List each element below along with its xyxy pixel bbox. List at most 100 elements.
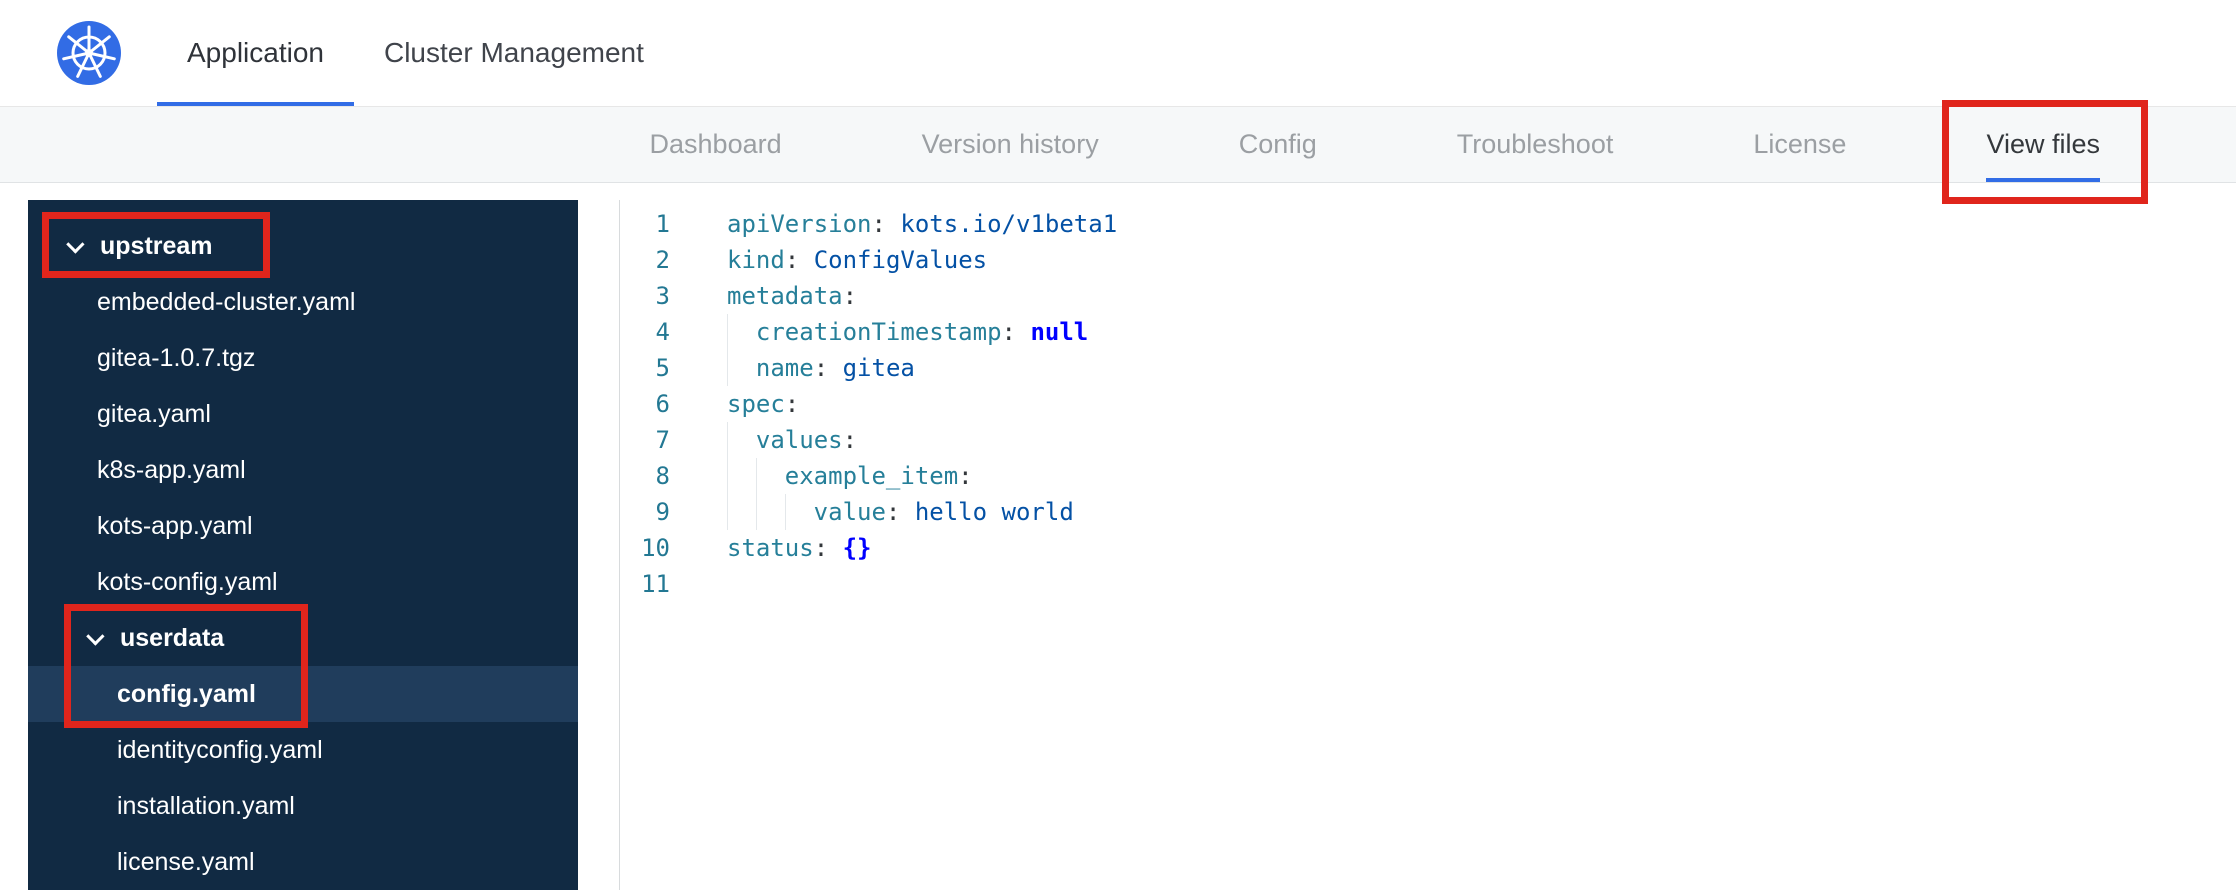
line-number: 5 [655, 354, 670, 382]
line-number: 9 [655, 498, 670, 526]
header-tab-cluster-management[interactable]: Cluster Management [354, 0, 674, 106]
indent-guide [727, 458, 756, 494]
subnav-tab-version-history[interactable]: Version history [922, 107, 1099, 182]
token-kw: null [1030, 318, 1089, 346]
chevron-down-icon[interactable] [66, 234, 85, 254]
app-subnav-tabs: Dashboard Version history Config Troublesho… [0, 107, 2236, 183]
token-pun: : [842, 282, 858, 310]
line-number: 8 [655, 462, 670, 490]
token-key: name [755, 354, 814, 382]
code-line: 3 metadata: [620, 278, 2236, 314]
token-key: values [755, 426, 843, 454]
tree-folder-userdata[interactable]: userdata [28, 610, 578, 666]
file-label: license.yaml [117, 847, 255, 876]
subnav-tab-license[interactable]: License [1753, 107, 1846, 182]
token-val: ConfigValues [813, 246, 988, 274]
token-val: hello world [914, 498, 1074, 526]
chevron-down-icon[interactable] [86, 626, 105, 646]
file-label: installation.yaml [117, 791, 295, 820]
indent-guide [727, 350, 756, 386]
token-key: status [727, 534, 814, 562]
token-pun: : [842, 426, 858, 454]
line-content: value: hello world [727, 494, 1074, 530]
kubernetes-logo-icon[interactable] [57, 21, 121, 85]
token-pun: : [1001, 318, 1031, 346]
line-content: name: gitea [727, 350, 915, 386]
code-line: 10 status: {} [620, 530, 2236, 566]
subnav-tab-dashboard[interactable]: Dashboard [650, 107, 782, 182]
code-line: 4 creationTimestamp: null [620, 314, 2236, 350]
tree-file-config-yaml[interactable]: config.yaml [28, 666, 578, 722]
file-tree: upstream embedded-cluster.yaml gitea-1.0.7… [28, 218, 578, 890]
line-number: 1 [655, 210, 670, 238]
folder-label: upstream [100, 231, 213, 260]
token-key: value [813, 498, 886, 526]
tree-file-gitea-yaml[interactable]: gitea.yaml [28, 386, 578, 442]
line-number: 2 [655, 246, 670, 274]
subnav-tab-troubleshoot[interactable]: Troubleshoot [1457, 107, 1614, 182]
token-pun: : [885, 498, 915, 526]
file-label: k8s-app.yaml [97, 455, 246, 484]
code-line: 2 kind: ConfigValues [620, 242, 2236, 278]
kots-admin-console: Application Cluster Management Dashboard V… [0, 0, 2236, 890]
file-label: gitea-1.0.7.tgz [97, 343, 256, 372]
line-content: values: [727, 422, 857, 458]
tree-file-identityconfig-yaml[interactable]: identityconfig.yaml [28, 722, 578, 778]
tree-file-embedded-cluster-yaml[interactable]: embedded-cluster.yaml [28, 274, 578, 330]
tree-file-installation-yaml[interactable]: installation.yaml [28, 778, 578, 834]
line-content: status: {} [727, 530, 872, 566]
code-line: 6 spec: [620, 386, 2236, 422]
token-kw: {} [842, 534, 872, 562]
line-content: spec: [727, 386, 799, 422]
token-pun: : [813, 354, 843, 382]
code-line: 11 [620, 566, 2236, 602]
line-content: kind: ConfigValues [727, 242, 987, 278]
header-tabs: Application Cluster Management [157, 0, 674, 106]
token-key: kind [727, 246, 785, 274]
code-line: 5 name: gitea [620, 350, 2236, 386]
folder-label: userdata [120, 623, 225, 652]
token-key: example_item [784, 462, 959, 490]
tree-file-kots-config-yaml[interactable]: kots-config.yaml [28, 554, 578, 610]
token-key: apiVersion [727, 210, 872, 238]
tree-file-license-yaml[interactable]: license.yaml [28, 834, 578, 890]
line-content: example_item: [727, 458, 973, 494]
line-content: apiVersion: kots.io/v1beta1 [727, 206, 1117, 242]
indent-guide [756, 494, 785, 530]
file-viewer-editor[interactable]: 1 apiVersion: kots.io/v1beta1 2 kind: Confi… [619, 200, 2236, 890]
tree-file-gitea-1-0-7-tgz[interactable]: gitea-1.0.7.tgz [28, 330, 578, 386]
subnav-tab-view-files[interactable]: View files [1986, 107, 2100, 182]
file-label: config.yaml [117, 679, 256, 708]
indent-guide [727, 422, 756, 458]
token-pun: : [813, 534, 843, 562]
file-label: embedded-cluster.yaml [97, 287, 356, 316]
token-key: metadata [727, 282, 843, 310]
tree-file-kots-app-yaml[interactable]: kots-app.yaml [28, 498, 578, 554]
line-number: 3 [655, 282, 670, 310]
token-pun: : [784, 246, 814, 274]
code-line: 9 value: hello world [620, 494, 2236, 530]
code-line: 7 values: [620, 422, 2236, 458]
token-val: kots.io/v1beta1 [900, 210, 1118, 238]
line-number: 7 [655, 426, 670, 454]
indent-guide [727, 314, 756, 350]
file-label: identityconfig.yaml [117, 735, 323, 764]
line-content: creationTimestamp: null [727, 314, 1088, 350]
line-number: 4 [655, 318, 670, 346]
code-line: 8 example_item: [620, 458, 2236, 494]
line-number: 10 [641, 534, 670, 562]
line-number: 6 [655, 390, 670, 418]
token-pun: : [871, 210, 901, 238]
file-label: gitea.yaml [97, 399, 211, 428]
token-pun: : [784, 390, 800, 418]
token-key: spec [727, 390, 785, 418]
tree-folder-upstream[interactable]: upstream [28, 218, 578, 274]
code-line: 1 apiVersion: kots.io/v1beta1 [620, 206, 2236, 242]
token-val: gitea [842, 354, 915, 382]
tree-file-k8s-app-yaml[interactable]: k8s-app.yaml [28, 442, 578, 498]
editor-lines: 1 apiVersion: kots.io/v1beta1 2 kind: Confi… [620, 206, 2236, 602]
header-tab-application[interactable]: Application [157, 0, 354, 106]
line-number: 11 [641, 570, 670, 598]
file-tree-sidebar: upstream embedded-cluster.yaml gitea-1.0.7… [28, 200, 578, 890]
subnav-tab-config[interactable]: Config [1239, 107, 1317, 182]
